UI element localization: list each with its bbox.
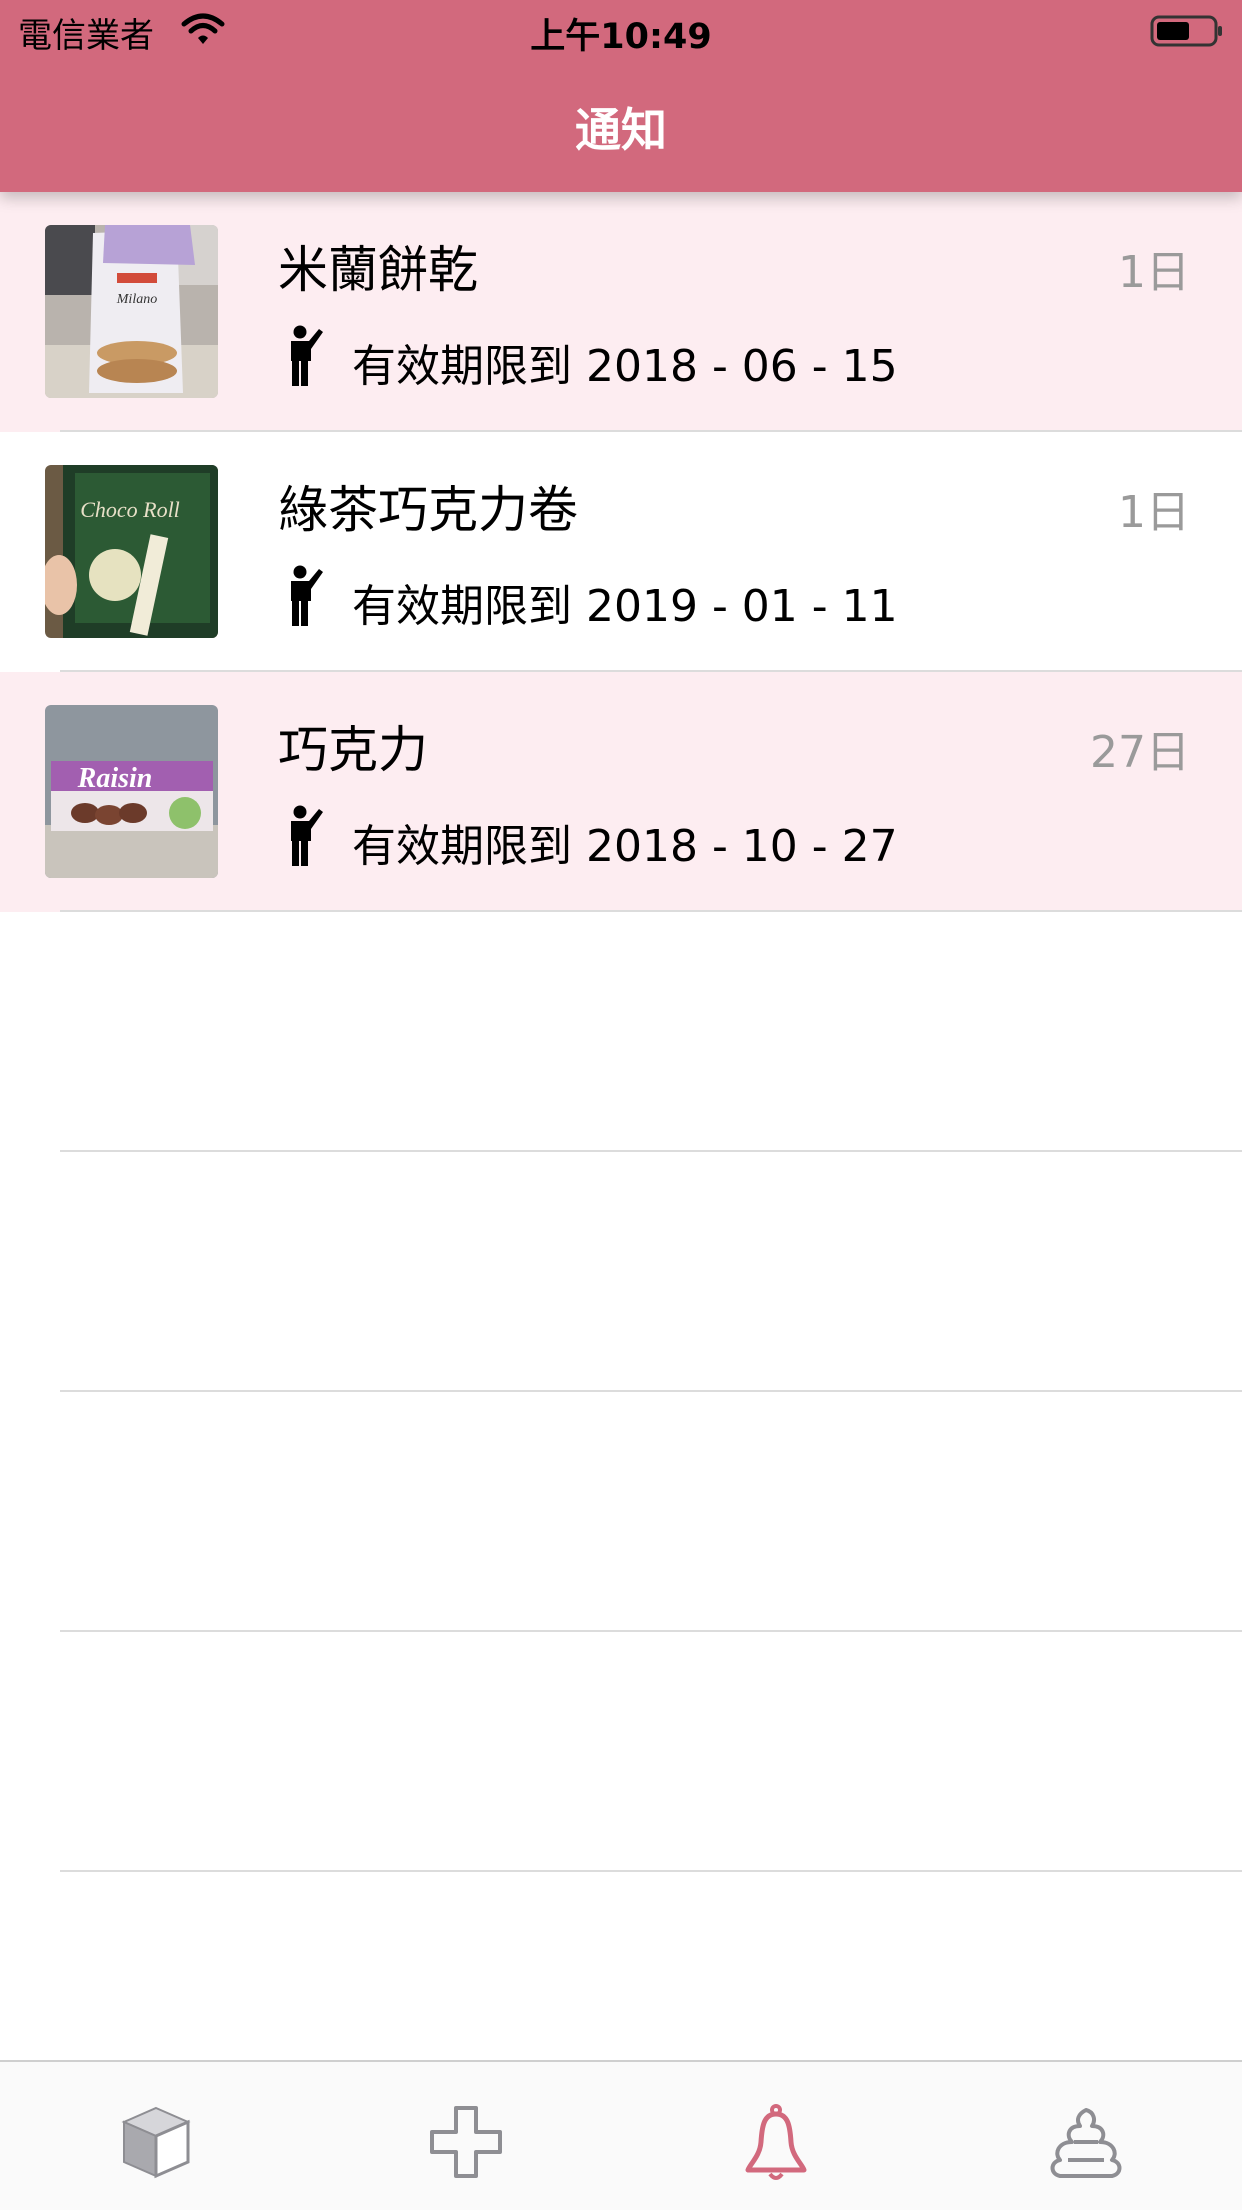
list-item[interactable]: Milano 米蘭餅乾 有效期限到 2018 - 06 - 15 1日 [0,192,1242,432]
empty-row [0,1392,1242,1632]
person-icon [291,325,323,386]
expiry-date: 有效期限到 2018 - 06 - 15 [352,341,898,392]
days-label: 1日 [1118,247,1190,298]
choco-roll-photo: Choco Roll [45,465,218,638]
notification-list: Milano 米蘭餅乾 有效期限到 2018 - 06 - 15 1日 Choc… [0,192,1242,1872]
svg-text:Milano: Milano [116,292,157,307]
person-icon [291,565,323,626]
list-item[interactable]: Choco Roll 綠茶巧克力卷 有效期限到 2019 - 01 - 11 1… [0,432,1242,672]
top-bar: 電信業者 上午10:49 通知 [0,0,1242,192]
box-icon[interactable] [116,2102,196,2182]
expiry-date: 有效期限到 2019 - 01 - 11 [352,581,898,632]
svg-text:Raisin: Raisin [77,763,153,794]
svg-text:Choco Roll: Choco Roll [80,497,180,522]
person-icon [291,805,323,866]
battery-icon [1150,15,1222,47]
bell-icon[interactable] [736,2102,816,2182]
milano-cookies-photo: Milano [45,225,218,398]
status-bar: 電信業者 上午10:49 [0,0,1242,60]
empty-row [0,1632,1242,1872]
days-label: 1日 [1118,487,1190,538]
item-name: 綠茶巧克力卷 [278,481,578,539]
list-item[interactable]: Raisin 巧克力 有效期限到 2018 - 10 - 27 27日 [0,672,1242,912]
empty-row [0,912,1242,1152]
empty-row [0,1152,1242,1392]
poop-icon[interactable] [1046,2102,1126,2182]
raisin-chocolate-photo: Raisin [45,705,218,878]
expiry-date: 有效期限到 2018 - 10 - 27 [352,821,898,872]
tab-bar [0,2060,1242,2210]
page-title: 通知 [575,103,667,157]
item-name: 米蘭餅乾 [278,241,478,299]
item-name: 巧克力 [278,721,428,779]
days-label: 27日 [1090,727,1190,778]
status-time: 上午10:49 [530,17,712,57]
plus-icon[interactable] [426,2102,506,2182]
